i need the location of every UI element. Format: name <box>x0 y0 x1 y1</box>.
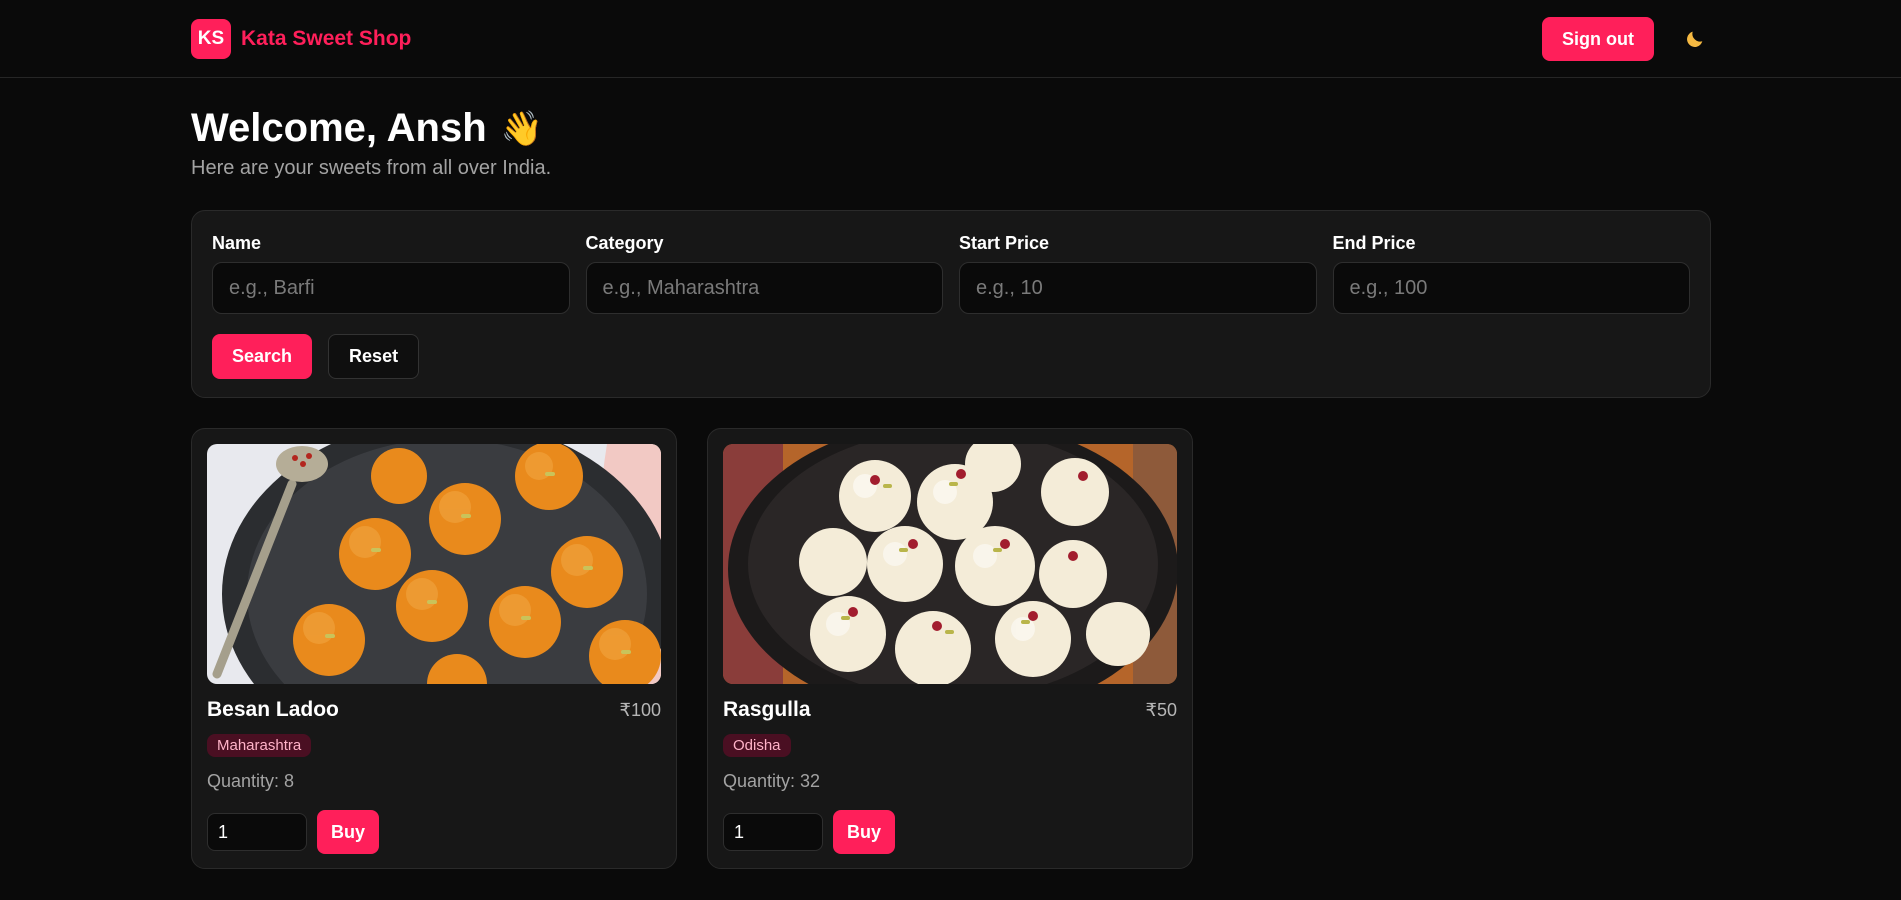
category-input[interactable] <box>585 262 943 314</box>
filter-fields: Name Category Start Price End Price <box>212 233 1690 314</box>
search-button[interactable]: Search <box>212 334 313 379</box>
sign-out-button[interactable]: Sign out <box>1542 17 1654 61</box>
sweet-quantity: Quantity: 32 <box>723 771 821 791</box>
wave-icon: 👋 <box>500 109 543 148</box>
buy-row: Buy <box>723 810 1177 854</box>
sweet-image <box>723 444 1177 684</box>
sweet-card: Rasgulla ₹50 Odisha Quantity: 32 Buy <box>707 428 1193 869</box>
end-price-input[interactable] <box>1332 262 1690 314</box>
buy-row: Buy <box>207 810 661 854</box>
filter-panel: Name Category Start Price End Price Sear… <box>191 210 1711 398</box>
category-badge: Odisha <box>723 734 791 757</box>
end-price-field: End Price <box>1332 233 1690 314</box>
welcome-row: Welcome, Ansh 👋 <box>191 106 1711 151</box>
moon-icon[interactable] <box>1680 24 1710 54</box>
brand-name: Kata Sweet Shop <box>241 27 412 50</box>
name-input[interactable] <box>212 262 570 314</box>
logo-badge: KS <box>191 19 231 59</box>
sweet-quantity: Quantity: 8 <box>207 771 295 791</box>
name-label: Name <box>212 233 262 253</box>
sweet-price: ₹100 <box>619 699 661 720</box>
buy-quantity-input[interactable] <box>723 813 823 851</box>
category-label: Category <box>585 233 664 253</box>
filter-actions: Search Reset <box>212 334 1690 379</box>
start-price-field: Start Price <box>959 233 1317 314</box>
main-content: Welcome, Ansh 👋 Here are your sweets fro… <box>191 106 1711 869</box>
navbar-inner: KS Kata Sweet Shop Sign out <box>191 0 1710 78</box>
navbar: KS Kata Sweet Shop Sign out <box>0 0 1901 78</box>
buy-button[interactable]: Buy <box>317 810 380 854</box>
nav-actions: Sign out <box>1542 17 1710 61</box>
moon-icon-svg <box>1687 31 1703 47</box>
besan-ladoo-illustration <box>207 444 661 684</box>
category-field: Category <box>585 233 943 314</box>
page-subtitle: Here are your sweets from all over India… <box>191 157 552 179</box>
end-price-label: End Price <box>1332 233 1416 253</box>
sweet-name: Besan Ladoo <box>207 698 339 721</box>
card-title-row: Rasgulla ₹50 <box>723 698 1177 722</box>
category-badge: Maharashtra <box>207 734 312 757</box>
brand[interactable]: KS Kata Sweet Shop <box>191 19 411 59</box>
page-title: Welcome, Ansh <box>191 106 487 150</box>
name-field: Name <box>212 233 570 314</box>
start-price-input[interactable] <box>959 262 1317 314</box>
sweet-name: Rasgulla <box>723 698 811 721</box>
reset-button[interactable]: Reset <box>328 334 420 379</box>
sweet-image <box>207 444 661 684</box>
sweet-price: ₹50 <box>1145 699 1177 720</box>
rasgulla-illustration <box>723 444 1177 684</box>
buy-quantity-input[interactable] <box>207 813 307 851</box>
card-title-row: Besan Ladoo ₹100 <box>207 698 661 722</box>
sweet-card: Besan Ladoo ₹100 Maharashtra Quantity: 8… <box>191 428 677 869</box>
sweets-grid: Besan Ladoo ₹100 Maharashtra Quantity: 8… <box>191 428 1711 869</box>
start-price-label: Start Price <box>959 233 1050 253</box>
buy-button[interactable]: Buy <box>833 810 896 854</box>
